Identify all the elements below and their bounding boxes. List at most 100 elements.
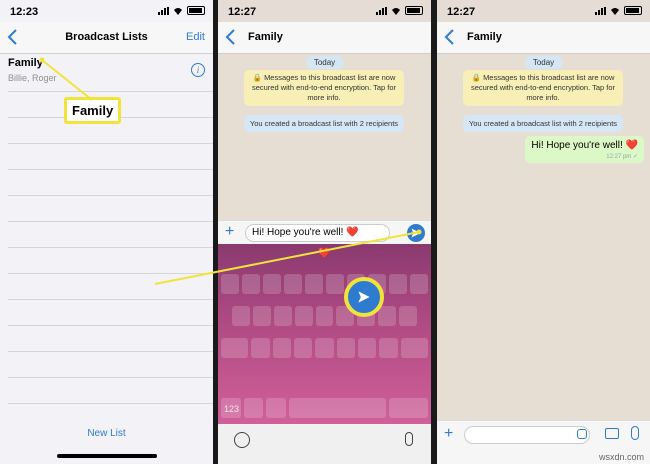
key-row <box>232 306 418 326</box>
signal-icon <box>595 6 606 15</box>
plus-icon[interactable]: + <box>444 426 453 442</box>
created-notice: You created a broadcast list with 2 reci… <box>463 115 623 132</box>
wifi-icon <box>611 7 619 15</box>
key[interactable] <box>378 306 397 326</box>
key[interactable] <box>357 338 377 358</box>
key[interactable] <box>272 338 292 358</box>
date-badge: Today <box>305 56 344 69</box>
key[interactable] <box>294 338 313 358</box>
message-input[interactable]: Hi! Hope you're well! ❤️ <box>245 224 390 242</box>
new-list-button[interactable]: New List <box>0 428 213 439</box>
encryption-notice[interactable]: 🔒 Messages to this broadcast list are no… <box>244 70 404 106</box>
broadcast-lists-screen: 12:23 Broadcast Lists Edit Family Billie… <box>0 0 213 464</box>
chat-title[interactable]: Family <box>248 31 283 43</box>
key[interactable] <box>379 338 398 358</box>
page-title: Broadcast Lists <box>65 31 148 43</box>
message-input[interactable] <box>464 426 590 444</box>
callout-label: Family <box>64 97 122 124</box>
dictation-key[interactable] <box>266 398 286 418</box>
status-bar: 12:27 <box>218 0 431 22</box>
send-button-callout <box>344 277 384 317</box>
status-bar: 12:23 <box>0 0 213 22</box>
space-key[interactable] <box>288 398 386 418</box>
nav-bar: Broadcast Lists Edit <box>0 22 213 54</box>
signal-icon <box>376 6 387 15</box>
list-name: Family <box>8 57 43 69</box>
send-icon <box>411 228 421 238</box>
list-divider <box>8 300 213 326</box>
message-meta: 12:27 pm ✓ <box>531 153 638 160</box>
checkmark-icon: ✓ <box>632 154 638 160</box>
battery-icon <box>405 6 423 15</box>
key[interactable] <box>232 306 250 326</box>
sticker-icon[interactable] <box>577 429 587 439</box>
status-time: 12:27 <box>228 6 257 18</box>
key[interactable] <box>294 306 313 326</box>
keyboard-suggestion[interactable]: ❤️ <box>218 248 431 259</box>
list-members: Billie, Roger <box>8 73 57 83</box>
sent-message-bubble[interactable]: Hi! Hope you're well! ❤️ 12:27 pm ✓ <box>525 136 644 163</box>
signal-icon <box>158 6 169 15</box>
wifi-icon <box>392 7 400 15</box>
key-row <box>221 338 428 358</box>
keyboard-bottom-bar <box>218 424 431 464</box>
list-divider <box>8 274 213 300</box>
key[interactable] <box>284 274 302 294</box>
chat-title[interactable]: Family <box>467 31 502 43</box>
return-key[interactable] <box>389 398 428 418</box>
wifi-icon <box>174 7 182 15</box>
list-divider <box>8 248 213 274</box>
back-chevron-icon[interactable] <box>443 28 457 46</box>
message-time: 12:27 pm <box>606 154 632 160</box>
encryption-notice[interactable]: 🔒 Messages to this broadcast list are no… <box>463 70 623 106</box>
list-divider <box>8 326 213 352</box>
key[interactable] <box>251 338 270 358</box>
microphone-icon[interactable] <box>631 426 639 440</box>
nav-bar: Family <box>437 22 650 54</box>
status-time: 12:27 <box>447 6 476 18</box>
list-divider <box>8 378 213 404</box>
key[interactable] <box>315 306 334 326</box>
shift-key[interactable] <box>221 338 249 358</box>
key[interactable] <box>399 306 418 326</box>
status-time: 12:23 <box>10 6 39 18</box>
key[interactable] <box>252 306 271 326</box>
key[interactable] <box>242 274 260 294</box>
camera-icon[interactable] <box>605 428 619 439</box>
list-item-family[interactable]: Family Billie, Roger i <box>8 54 213 92</box>
key[interactable] <box>305 274 323 294</box>
key-row <box>221 398 428 418</box>
emoji-key[interactable] <box>243 398 263 418</box>
battery-icon <box>187 6 205 15</box>
chat-sent-screen: 12:27 Family Today 🔒 Messages to this br… <box>437 0 650 464</box>
microphone-icon[interactable] <box>405 432 413 446</box>
created-notice: You created a broadcast list with 2 reci… <box>244 115 404 132</box>
key-row <box>221 274 428 294</box>
sent-message-text: Hi! Hope you're well! ❤️ <box>531 140 638 151</box>
delete-key[interactable] <box>400 338 428 358</box>
list-divider <box>8 196 213 222</box>
list-divider <box>8 222 213 248</box>
keyboard <box>218 244 431 424</box>
key[interactable] <box>326 274 344 294</box>
key[interactable] <box>273 306 292 326</box>
message-input-bar: + Hi! Hope you're well! ❤️ <box>218 220 431 244</box>
key[interactable] <box>336 338 355 358</box>
encryption-text: Messages to this broadcast list are now … <box>251 73 397 102</box>
watermark: wsxdn.com <box>598 452 644 462</box>
globe-icon[interactable] <box>234 432 250 448</box>
chat-compose-screen: 12:27 Family Today 🔒 Messages to this br… <box>218 0 431 464</box>
key[interactable] <box>221 274 239 294</box>
back-chevron-icon[interactable] <box>224 28 238 46</box>
key[interactable] <box>263 274 281 294</box>
key[interactable] <box>389 274 407 294</box>
key[interactable] <box>315 338 334 358</box>
list-divider <box>8 352 213 378</box>
status-bar: 12:27 <box>437 0 650 22</box>
info-icon[interactable]: i <box>191 63 205 77</box>
edit-button[interactable]: Edit <box>186 31 205 43</box>
plus-icon[interactable]: + <box>225 224 234 240</box>
battery-icon <box>624 6 642 15</box>
send-button[interactable] <box>407 224 425 242</box>
key[interactable] <box>410 274 428 294</box>
